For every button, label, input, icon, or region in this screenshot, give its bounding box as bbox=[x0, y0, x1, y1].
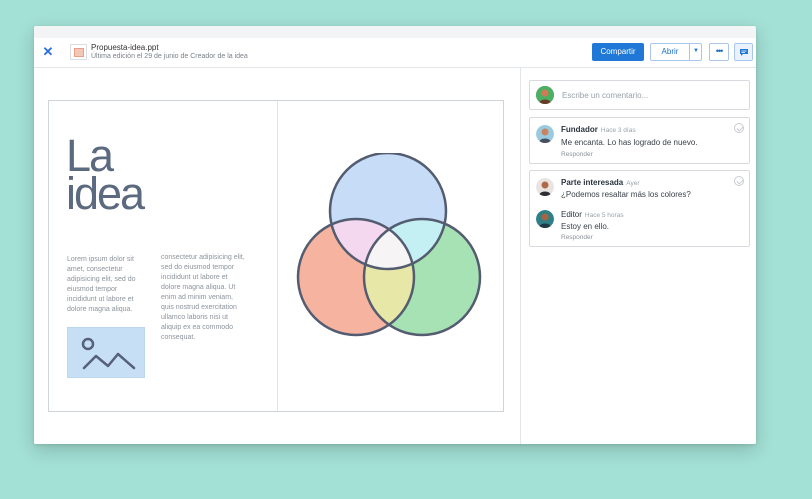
document-preview: La idea Lorem ipsum dolor sit amet, cons… bbox=[34, 68, 520, 444]
share-button[interactable]: Compartir bbox=[592, 43, 644, 61]
image-placeholder-icon bbox=[67, 327, 145, 378]
reply-author: Editor Hace 5 horas bbox=[561, 210, 624, 219]
ppt-file-icon bbox=[70, 44, 87, 60]
comment-thread: Parte interesada Ayer ¿Podemos resaltar m… bbox=[529, 170, 750, 247]
slide-title: La idea bbox=[66, 133, 145, 219]
preview-window: ✕ Propuesta-idea.ppt Última edición el 2… bbox=[34, 26, 756, 444]
open-button[interactable]: Abrir bbox=[651, 44, 689, 60]
comment-input-placeholder: Escribe un comentario... bbox=[562, 91, 649, 100]
reply-link[interactable]: Responder bbox=[561, 151, 593, 158]
comment-input[interactable]: Escribe un comentario... bbox=[529, 80, 750, 110]
open-button-group: Abrir ▼ bbox=[650, 43, 702, 61]
comment-author: Parte interesada Ayer bbox=[561, 178, 640, 187]
avatar bbox=[536, 210, 554, 228]
body-text-column-2: consectetur adipisicing elit, sed do eiu… bbox=[161, 254, 245, 341]
resolve-check-icon[interactable] bbox=[734, 176, 744, 186]
reply-text: Estoy en ello. bbox=[561, 222, 610, 231]
reply-time: Hace 5 horas bbox=[584, 212, 624, 219]
comments-panel: Escribe un comentario... Fundador Hace 3 … bbox=[520, 68, 756, 444]
more-options-button[interactable]: ••• bbox=[709, 43, 729, 61]
reply-link[interactable]: Responder bbox=[561, 234, 593, 241]
chevron-down-icon[interactable]: ▼ bbox=[690, 44, 702, 60]
comment-text: Me encanta. Lo has logrado de nuevo. bbox=[561, 138, 698, 147]
file-last-edited: Última edición el 29 de junio de Creador… bbox=[91, 53, 248, 60]
avatar bbox=[536, 178, 554, 196]
slide: La idea Lorem ipsum dolor sit amet, cons… bbox=[48, 100, 504, 412]
comment-author-name: Parte interesada bbox=[561, 178, 624, 187]
avatar bbox=[536, 86, 554, 104]
resolve-check-icon[interactable] bbox=[734, 123, 744, 133]
comment-icon bbox=[740, 49, 748, 56]
close-icon[interactable]: ✕ bbox=[42, 45, 54, 58]
preview-header: ✕ Propuesta-idea.ppt Última edición el 2… bbox=[34, 38, 756, 68]
reply-author-name: Editor bbox=[561, 210, 582, 219]
file-name: Propuesta-idea.ppt bbox=[91, 43, 159, 52]
avatar bbox=[536, 125, 554, 143]
comments-toggle-button[interactable] bbox=[734, 43, 753, 61]
comment-text: ¿Podemos resaltar más los colores? bbox=[561, 190, 691, 199]
venn-diagram bbox=[296, 153, 482, 337]
slide-title-line2: idea bbox=[66, 168, 145, 219]
comment-author-name: Fundador bbox=[561, 125, 598, 134]
comment-author: Fundador Hace 3 días bbox=[561, 125, 636, 134]
comment-time: Ayer bbox=[626, 180, 640, 187]
comment-thread: Fundador Hace 3 días Me encanta. Lo has l… bbox=[529, 117, 750, 164]
slide-divider bbox=[277, 101, 278, 411]
body-text-column-1: Lorem ipsum dolor sit amet, consectetur … bbox=[67, 256, 136, 313]
comment-time: Hace 3 días bbox=[600, 127, 636, 134]
